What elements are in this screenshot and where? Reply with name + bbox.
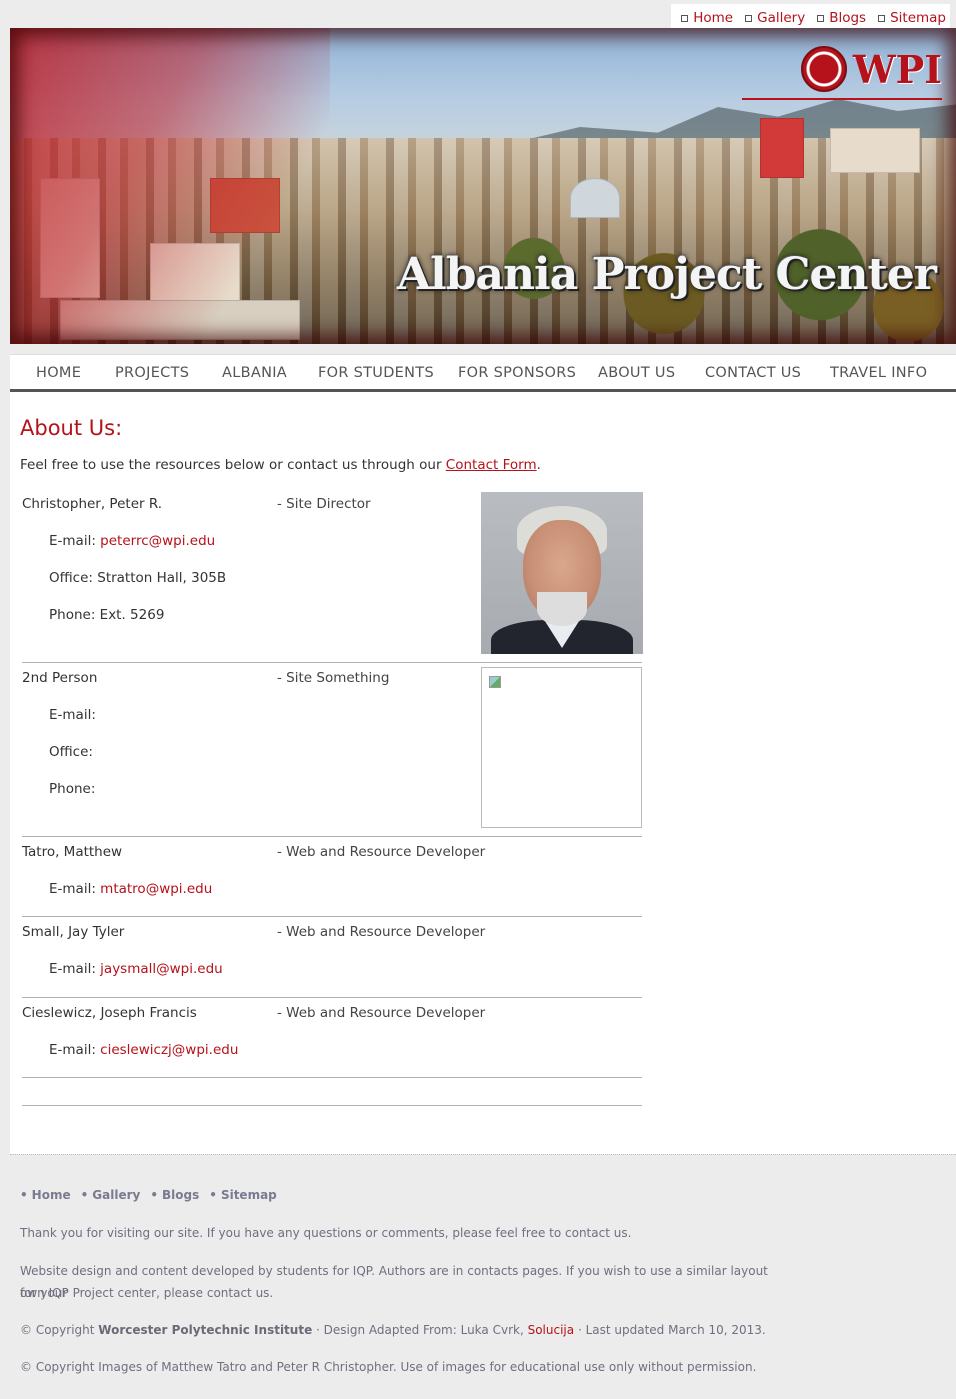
person-role: - Web and Resource Developer bbox=[277, 924, 486, 940]
broken-image-icon bbox=[489, 676, 501, 688]
square-bullet-icon bbox=[745, 14, 753, 22]
bullet-icon: • bbox=[20, 1188, 28, 1202]
site-title: Albania Project Center bbox=[396, 249, 937, 300]
person-photo bbox=[481, 492, 643, 654]
footer-credits-line2: own IQP Project center, please contact u… bbox=[20, 1286, 274, 1300]
footer-images-copyright: © Copyright Images of Matthew Tatro and … bbox=[20, 1360, 757, 1374]
header-banner: WPI Albania Project Center bbox=[10, 28, 956, 344]
person-phone: Phone: Ext. 5269 bbox=[49, 607, 165, 623]
row-divider bbox=[22, 916, 642, 917]
row-divider bbox=[22, 836, 642, 837]
footer-nav: • Home • Gallery • Blogs • Sitemap bbox=[20, 1188, 277, 1202]
square-bullet-icon bbox=[681, 14, 689, 22]
footer-link-home[interactable]: • Home bbox=[20, 1188, 71, 1202]
footer-link-label: Gallery bbox=[92, 1188, 141, 1202]
copyright-suffix: · Last updated March 10, 2013. bbox=[574, 1323, 766, 1337]
nav-for-sponsors[interactable]: FOR SPONSORS bbox=[458, 365, 576, 381]
footer-link-label: Sitemap bbox=[220, 1188, 277, 1202]
email-label: E-mail: bbox=[49, 881, 101, 897]
row-divider bbox=[22, 1105, 642, 1106]
nav-projects[interactable]: PROJECTS bbox=[115, 365, 189, 381]
toplink-sitemap[interactable]: Sitemap bbox=[878, 8, 946, 28]
bullet-icon: • bbox=[209, 1188, 217, 1202]
main-nav: HOME PROJECTS ALBANIA FOR STUDENTS FOR S… bbox=[10, 354, 956, 392]
person-name: Christopher, Peter R. bbox=[22, 496, 163, 512]
main-content: HOME PROJECTS ALBANIA FOR STUDENTS FOR S… bbox=[10, 354, 956, 1154]
bullet-icon: • bbox=[80, 1188, 89, 1202]
email-link[interactable]: peterrc@wpi.edu bbox=[100, 533, 215, 549]
square-bullet-icon bbox=[878, 14, 886, 22]
email-label: E-mail: bbox=[49, 961, 101, 977]
wpi-logo-text: WPI bbox=[852, 46, 942, 92]
row-divider bbox=[22, 1077, 642, 1078]
footer-copyright: © Copyright Worcester Polytechnic Instit… bbox=[20, 1319, 780, 1341]
email-link[interactable]: mtatro@wpi.edu bbox=[100, 881, 212, 897]
toplink-label: Gallery bbox=[757, 10, 806, 26]
toplink-label: Home bbox=[693, 10, 734, 26]
person-name: Tatro, Matthew bbox=[22, 844, 123, 860]
toplink-home[interactable]: Home bbox=[681, 8, 733, 28]
person-role: - Web and Resource Developer bbox=[277, 844, 486, 860]
person-email-line: E-mail: jaysmall@wpi.edu bbox=[49, 961, 223, 977]
row-divider bbox=[22, 662, 642, 663]
email-label: E-mail: bbox=[49, 1042, 101, 1058]
footer-link-label: Blogs bbox=[162, 1188, 200, 1202]
footer-link-blogs[interactable]: • Blogs bbox=[150, 1188, 199, 1202]
wpi-logo[interactable]: WPI bbox=[800, 46, 942, 92]
nav-contact-us[interactable]: CONTACT US bbox=[705, 365, 801, 381]
nav-about-us[interactable]: ABOUT US bbox=[598, 365, 675, 381]
person-name: 2nd Person bbox=[22, 670, 98, 686]
footer-link-sitemap[interactable]: • Sitemap bbox=[209, 1188, 277, 1202]
person-role: - Site Director bbox=[277, 496, 371, 512]
bullet-icon: • bbox=[150, 1188, 159, 1202]
person-phone: Phone: bbox=[49, 781, 96, 797]
email-label: E-mail: bbox=[49, 533, 101, 549]
page-title: About Us: bbox=[20, 416, 123, 440]
nav-home[interactable]: HOME bbox=[36, 365, 81, 381]
copyright-prefix: © Copyright bbox=[20, 1323, 99, 1337]
email-link[interactable]: cieslewiczj@wpi.edu bbox=[100, 1042, 238, 1058]
wpi-seal-icon bbox=[800, 46, 847, 92]
person-office: Office: bbox=[49, 744, 93, 760]
intro-text: Feel free to use the resources below or … bbox=[20, 457, 541, 473]
toplink-label: Sitemap bbox=[890, 10, 946, 26]
person-name: Cieslewicz, Joseph Francis bbox=[22, 1005, 197, 1021]
person-email-line: E-mail: peterrc@wpi.edu bbox=[49, 533, 215, 549]
footer-divider bbox=[10, 1154, 956, 1155]
person-photo-placeholder bbox=[481, 667, 642, 828]
intro-before: Feel free to use the resources below or … bbox=[20, 457, 446, 473]
solucija-link[interactable]: Solucija bbox=[528, 1323, 575, 1337]
nav-albania[interactable]: ALBANIA bbox=[222, 365, 287, 381]
toplink-blogs[interactable]: Blogs bbox=[817, 8, 866, 28]
nav-travel-info[interactable]: TRAVEL INFO bbox=[830, 365, 927, 381]
logo-underline bbox=[742, 98, 942, 100]
photo-beard bbox=[537, 592, 587, 626]
person-email-line: E-mail: bbox=[49, 707, 96, 723]
row-divider bbox=[22, 997, 642, 998]
person-email-line: E-mail: cieslewiczj@wpi.edu bbox=[49, 1042, 238, 1058]
footer-link-label: Home bbox=[31, 1188, 71, 1202]
toplink-gallery[interactable]: Gallery bbox=[745, 8, 805, 28]
footer-link-gallery[interactable]: • Gallery bbox=[81, 1188, 141, 1202]
copyright-org: Worcester Polytechnic Institute bbox=[98, 1323, 313, 1337]
email-link[interactable]: jaysmall@wpi.edu bbox=[100, 961, 223, 977]
nav-for-students[interactable]: FOR STUDENTS bbox=[318, 365, 434, 381]
copyright-mid: · Design Adapted From: Luka Cvrk, bbox=[312, 1323, 528, 1337]
person-name: Small, Jay Tyler bbox=[22, 924, 125, 940]
top-utility-links: Home Gallery Blogs Sitemap bbox=[671, 4, 950, 28]
person-role: - Web and Resource Developer bbox=[277, 1005, 486, 1021]
intro-after: . bbox=[536, 457, 541, 473]
toplink-label: Blogs bbox=[829, 10, 867, 26]
person-office: Office: Stratton Hall, 305B bbox=[49, 570, 227, 586]
contact-form-link[interactable]: Contact Form bbox=[446, 457, 537, 473]
footer-thanks: Thank you for visiting our site. If you … bbox=[20, 1226, 632, 1240]
person-email-line: E-mail: mtatro@wpi.edu bbox=[49, 881, 212, 897]
person-role: - Site Something bbox=[277, 670, 390, 686]
square-bullet-icon bbox=[817, 14, 825, 22]
